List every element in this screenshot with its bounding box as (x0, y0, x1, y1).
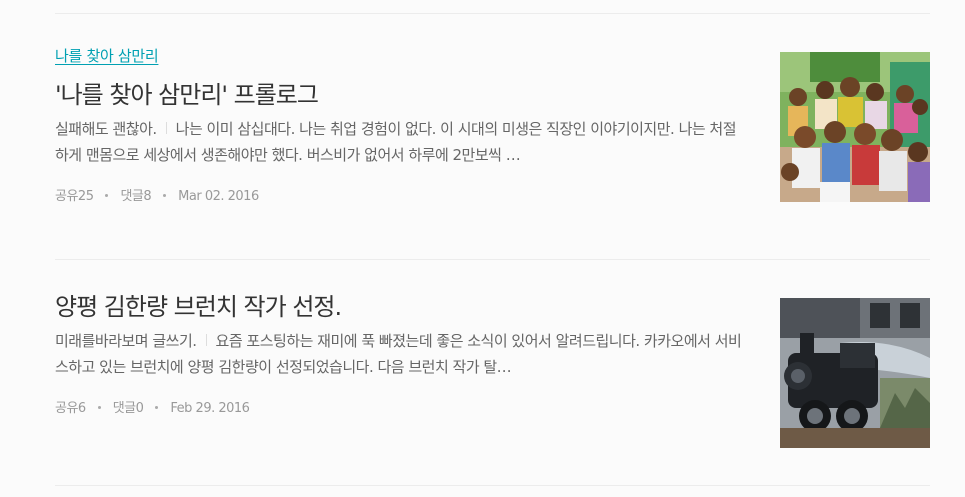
steam-locomotive-mural-photo-icon (780, 298, 930, 448)
article-meta: 공유6 댓글0 Feb 29. 2016 (55, 400, 745, 418)
article-text: 양평 김한량 브런치 작가 선정. 미래를바라보며 글쓰기. 요즘 포스팅하는 재… (55, 292, 745, 418)
divider (55, 259, 930, 260)
article-title[interactable]: 양평 김한량 브런치 작가 선정. (55, 292, 745, 322)
comment-count: 댓글8 (120, 189, 152, 204)
article-item[interactable]: 양평 김한량 브런치 작가 선정. 미래를바라보며 글쓰기. 요즘 포스팅하는 재… (55, 292, 930, 452)
article-text: 나를 찾아 삼만리 '나를 찾아 삼만리' 프롤로그 실패해도 괜찮아. 나는 이… (55, 46, 745, 206)
article-excerpt[interactable]: 실패해도 괜찮아. 나는 이미 삼십대다. 나는 취업 경험이 없다. 이 시대의… (55, 116, 745, 168)
article-list: 나를 찾아 삼만리 '나를 찾아 삼만리' 프롤로그 실패해도 괜찮아. 나는 이… (0, 0, 965, 497)
divider (55, 13, 930, 14)
publish-date: Mar 02. 2016 (178, 189, 259, 204)
meta-dot (163, 194, 167, 197)
article-excerpt[interactable]: 미래를바라보며 글쓰기. 요즘 포스팅하는 재미에 푹 빠졌는데 좋은 소식이 있… (55, 328, 745, 380)
meta-dot (97, 406, 101, 409)
excerpt-separator (165, 122, 167, 134)
meta-dot (155, 406, 159, 409)
share-count: 공유25 (55, 189, 94, 204)
article-subtitle: 미래를바라보며 글쓰기. (55, 332, 197, 350)
article-item[interactable]: 나를 찾아 삼만리 '나를 찾아 삼만리' 프롤로그 실패해도 괜찮아. 나는 이… (55, 46, 930, 206)
article-subtitle: 실패해도 괜찮아. (55, 120, 157, 138)
meta-dot (105, 194, 109, 197)
article-title[interactable]: '나를 찾아 삼만리' 프롤로그 (55, 80, 745, 110)
children-group-photo-icon (780, 52, 930, 202)
divider (55, 485, 930, 486)
excerpt-separator (205, 334, 207, 346)
category-link[interactable]: 나를 찾아 삼만리 (55, 46, 159, 66)
article-thumbnail[interactable] (780, 52, 930, 202)
article-thumbnail[interactable] (780, 298, 930, 448)
publish-date: Feb 29. 2016 (170, 401, 250, 416)
share-count: 공유6 (55, 401, 86, 416)
article-excerpt-text: 나는 이미 삼십대다. 나는 취업 경험이 없다. 이 시대의 미생은 직장인 … (55, 120, 737, 164)
comment-count: 댓글0 (112, 401, 144, 416)
article-meta: 공유25 댓글8 Mar 02. 2016 (55, 188, 745, 206)
